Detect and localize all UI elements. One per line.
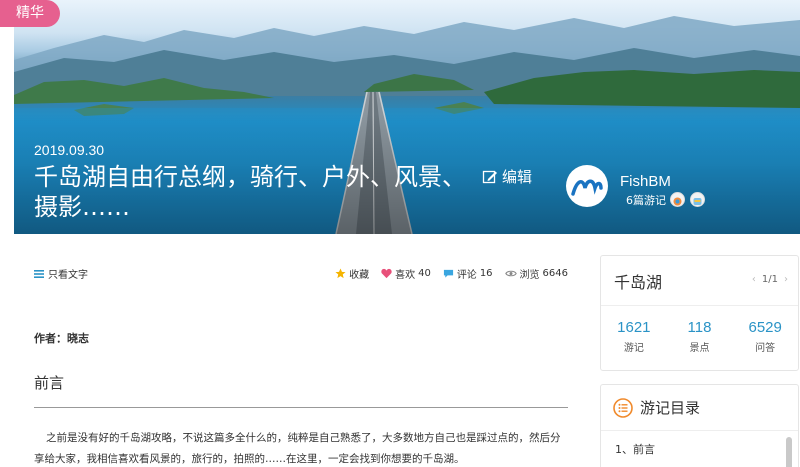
- toc-title: 游记目录: [640, 399, 701, 417]
- stat-travelogues[interactable]: 1621 游记: [601, 319, 667, 354]
- heart-icon: [381, 268, 392, 279]
- favorite-button[interactable]: 收藏: [335, 266, 369, 281]
- eye-icon: [504, 270, 517, 277]
- section-heading: 前言: [34, 374, 65, 392]
- views-label: 浏览: [519, 270, 540, 281]
- article-toolbar: 只看文字 收藏 喜欢 40 评论 16 浏览 6646: [34, 266, 568, 282]
- badge-icon[interactable]: [690, 192, 705, 207]
- stat-label: 问答: [755, 343, 776, 354]
- author-avatar[interactable]: [566, 165, 608, 207]
- stat-questions[interactable]: 6529 问答: [732, 319, 798, 354]
- stat-attractions[interactable]: 118 景点: [667, 319, 733, 354]
- page-title: 千岛湖自由行总纲，骑行、户外、风景、摄影……: [34, 163, 466, 221]
- views-count: 6646: [542, 268, 568, 279]
- destination-name[interactable]: 千岛湖: [614, 269, 662, 293]
- author-travelogue-count[interactable]: 6篇游记: [626, 192, 666, 208]
- edit-label: 编辑: [502, 168, 533, 186]
- list-icon: [34, 269, 44, 278]
- chevron-left-icon[interactable]: ‹: [752, 274, 756, 285]
- chevron-right-icon[interactable]: ›: [784, 274, 788, 285]
- text-only-toggle[interactable]: 只看文字: [34, 266, 88, 281]
- toc-card: 游记目录 1、前言: [600, 384, 799, 467]
- article-paragraph: 之前是没有好的千岛湖攻略，不说这篇多全什么的，纯粹是自己熟悉了，大多数地方自己也…: [34, 432, 561, 465]
- divider: [601, 430, 798, 431]
- comment-button[interactable]: 评论 16: [443, 266, 493, 281]
- favorite-label: 收藏: [349, 270, 370, 281]
- toc-list-icon: [613, 397, 633, 418]
- stat-value: 6529: [748, 319, 782, 336]
- destination-card: 千岛湖 ‹ 1/1 › 1621 游记 118 景点 6529 问答: [600, 255, 799, 371]
- toc-scrollbar[interactable]: [786, 437, 792, 467]
- fish-logo-icon: [571, 179, 603, 196]
- author-name[interactable]: FishBM: [620, 173, 671, 190]
- destination-pager: ‹ 1/1 ›: [752, 274, 788, 285]
- edit-icon: [482, 170, 497, 183]
- like-count: 40: [418, 268, 431, 279]
- stat-value: 1621: [617, 319, 651, 336]
- section-divider: [34, 407, 568, 408]
- divider: [601, 305, 798, 306]
- star-icon: [335, 268, 346, 279]
- views-stat: 浏览 6646: [504, 266, 568, 281]
- edit-button[interactable]: 编辑: [482, 166, 532, 187]
- page-indicator: 1/1: [761, 274, 778, 285]
- like-button[interactable]: 喜欢 40: [381, 266, 431, 281]
- toc-item[interactable]: 1、前言: [615, 441, 655, 457]
- stat-label: 景点: [689, 343, 710, 354]
- text-only-label: 只看文字: [48, 270, 88, 281]
- like-label: 喜欢: [395, 270, 416, 281]
- publish-date: 2019.09.30: [34, 142, 105, 158]
- comment-count: 16: [479, 268, 493, 279]
- featured-badge: 精华: [0, 0, 60, 27]
- stat-value: 118: [687, 319, 712, 336]
- article-author: 作者：晓志: [34, 332, 89, 345]
- comment-icon: [443, 269, 453, 278]
- comment-label: 评论: [456, 270, 477, 281]
- stat-label: 游记: [623, 343, 644, 354]
- medal-icon[interactable]: [670, 192, 685, 207]
